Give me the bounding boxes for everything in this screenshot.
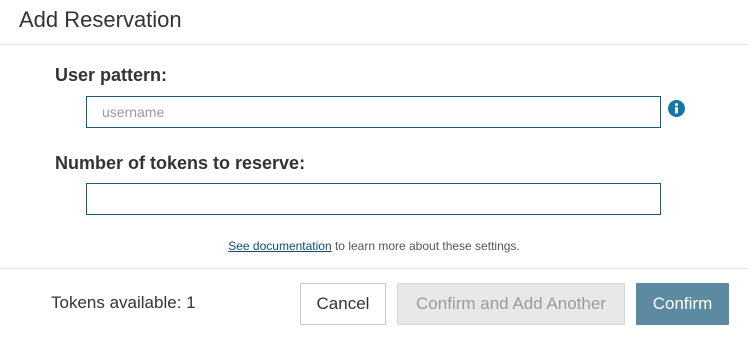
- confirm-and-add-another-button[interactable]: Confirm and Add Another: [397, 283, 625, 325]
- tokens-available-text: Tokens available: 1: [51, 293, 196, 312]
- add-reservation-dialog: Add Reservation User pattern: Number of …: [0, 0, 748, 337]
- tokens-to-reserve-input[interactable]: [86, 183, 661, 215]
- user-pattern-input[interactable]: [86, 96, 661, 128]
- confirm-button[interactable]: Confirm: [636, 283, 729, 325]
- documentation-hint: See documentation to learn more about th…: [0, 239, 748, 253]
- dialog-header: Add Reservation: [0, 0, 748, 45]
- see-documentation-link[interactable]: See documentation: [228, 239, 331, 253]
- documentation-hint-text: to learn more about these settings.: [331, 239, 520, 253]
- user-pattern-label: User pattern:: [55, 65, 168, 85]
- cancel-button[interactable]: Cancel: [300, 283, 386, 325]
- tokens-to-reserve-label: Number of tokens to reserve:: [55, 153, 306, 173]
- dialog-title: Add Reservation: [19, 7, 182, 32]
- info-icon[interactable]: [668, 100, 685, 117]
